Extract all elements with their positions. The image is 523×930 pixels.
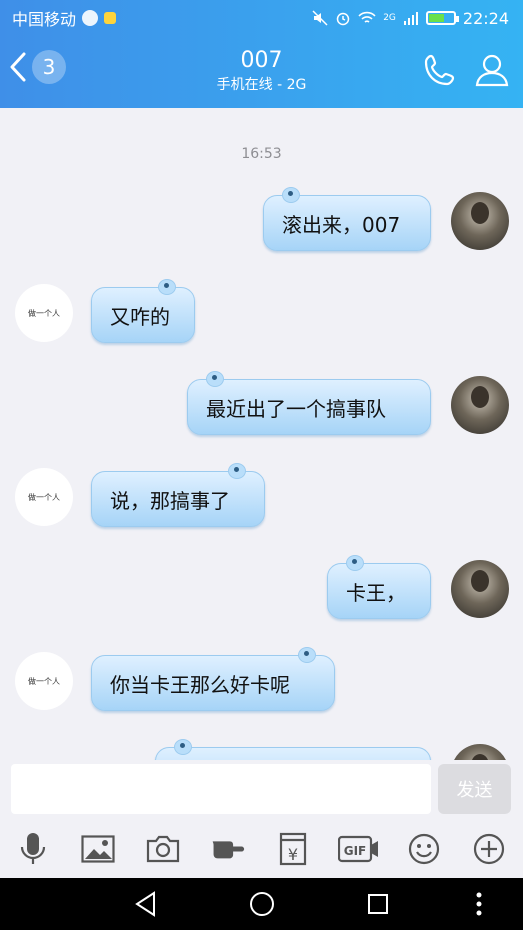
message-text: 你当卡王那么好卡呢 — [110, 672, 290, 697]
status-bar: 中国移动 2G 22:24 — [0, 0, 523, 36]
message-timestamp: 16:53 — [241, 146, 282, 162]
input-toolbar: ¥ GIF — [0, 820, 523, 878]
signal-icon — [403, 12, 418, 25]
plus-icon[interactable] — [472, 832, 506, 866]
gif-icon[interactable]: GIF — [338, 832, 380, 866]
notification-icon — [104, 12, 117, 24]
mute-icon — [312, 10, 328, 26]
self-avatar[interactable] — [451, 560, 509, 618]
wifi-icon — [358, 11, 376, 23]
battery-icon — [425, 11, 459, 25]
message-bubble-self[interactable]: 最近出了一个搞事队 — [187, 371, 431, 435]
nav-home-icon[interactable] — [248, 890, 276, 918]
microphone-icon[interactable] — [16, 832, 50, 866]
message-bubble-other[interactable]: 又咋的 — [91, 279, 195, 343]
message-input[interactable] — [11, 764, 431, 814]
self-avatar[interactable] — [451, 192, 509, 250]
contact-profile-icon[interactable] — [474, 52, 510, 88]
system-nav-bar — [0, 878, 523, 930]
sound-icon — [82, 10, 99, 26]
message-bubble-self-partial[interactable] — [155, 739, 431, 760]
image-icon[interactable] — [81, 832, 115, 866]
nav-more-icon[interactable] — [465, 890, 493, 918]
message-list[interactable]: 16:53 滚出来，007 做一个人 又咋的 最近出了一个搞事队 做一个人 说，… — [0, 108, 523, 760]
message-bubble-other[interactable]: 说，那搞事了 — [91, 463, 265, 527]
message-text: 又咋的 — [110, 304, 170, 329]
nav-recent-apps-icon[interactable] — [364, 890, 392, 918]
contact-avatar[interactable]: 做一个人 — [15, 652, 73, 710]
svg-text:¥: ¥ — [288, 845, 298, 864]
message-text: 最近出了一个搞事队 — [206, 396, 386, 421]
chat-header: 3 007 手机在线 - 2G — [0, 36, 523, 108]
message-bubble-self[interactable]: 卡王， — [327, 555, 431, 619]
message-text: 说，那搞事了 — [110, 488, 230, 513]
input-bar: 发送 — [0, 760, 523, 820]
send-button[interactable]: 发送 — [438, 764, 511, 814]
alarm-icon — [336, 12, 350, 26]
svg-text:GIF: GIF — [344, 844, 367, 858]
message-text: 滚出来，007 — [282, 212, 401, 237]
clock-label: 22:24 — [462, 8, 509, 28]
contact-avatar[interactable]: 做一个人 — [15, 284, 73, 342]
message-text: 卡王， — [346, 580, 406, 605]
self-avatar[interactable] — [451, 376, 509, 434]
self-avatar[interactable] — [451, 744, 509, 760]
emoji-icon[interactable] — [407, 832, 441, 866]
phone-call-icon[interactable] — [422, 52, 458, 88]
camera-icon[interactable] — [146, 832, 180, 866]
transfer-icon[interactable]: ¥ — [276, 832, 310, 866]
carrier-label: 中国移动 — [12, 10, 77, 29]
network-type-label: 2G — [383, 13, 396, 23]
message-bubble-other[interactable]: 你当卡王那么好卡呢 — [91, 647, 335, 711]
red-packet-icon[interactable] — [211, 832, 245, 866]
message-bubble-self[interactable]: 滚出来，007 — [263, 187, 431, 251]
contact-avatar[interactable]: 做一个人 — [15, 468, 73, 526]
nav-back-icon[interactable] — [132, 890, 160, 918]
